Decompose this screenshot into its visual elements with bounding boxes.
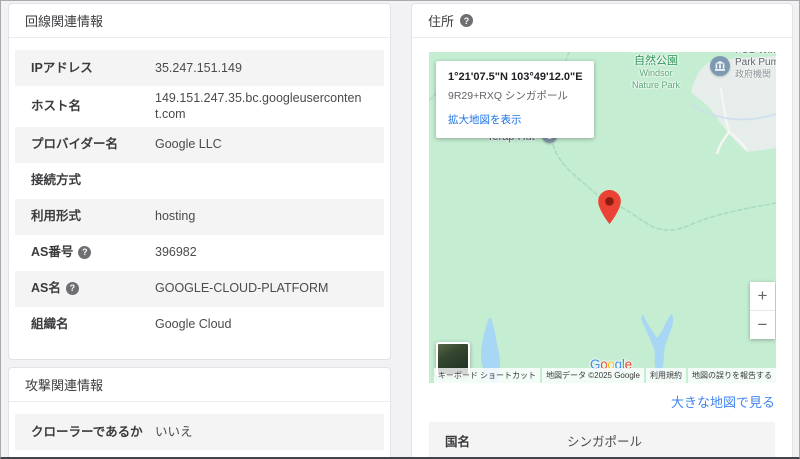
row-label: 利用形式 (31, 208, 155, 224)
line-info-card: 回線関連情報 IPアドレス 35.247.151.149 ホスト名 149.15… (8, 3, 391, 360)
terms-link[interactable]: 利用規約 (646, 368, 686, 383)
row-value: 149.151.247.35.bc.googleusercontent.com (155, 90, 368, 123)
row-label: IPアドレス (31, 60, 155, 76)
row-value: 35.247.151.149 (155, 60, 242, 76)
report-error-link[interactable]: 地図の誤りを報告する (688, 368, 776, 383)
table-row-as-number: AS番号 ? 396982 (15, 235, 384, 271)
line-info-header: 回線関連情報 (9, 4, 390, 38)
zoom-in-button[interactable]: + (750, 282, 775, 310)
table-row-provider: プロバイダー名 Google LLC (15, 127, 384, 163)
table-row-as-name: AS名 ? GOOGLE-CLOUD-PLATFORM (15, 271, 384, 307)
table-row-ip: IPアドレス 35.247.151.149 (15, 50, 384, 86)
address-card: 住所 ? (411, 3, 793, 459)
map-data-text: 地図データ ©2025 Google (542, 368, 644, 383)
page: 回線関連情報 IPアドレス 35.247.151.149 ホスト名 149.15… (0, 0, 800, 459)
row-label: 組織名 (31, 316, 155, 332)
row-value: GOOGLE-CLOUD-PLATFORM (155, 280, 328, 296)
enlarge-map-link[interactable]: 拡大地図を表示 (448, 112, 582, 127)
park-label: ウィンザー 自然公園 Windsor Nature Park (625, 52, 687, 91)
help-icon[interactable]: ? (78, 246, 91, 259)
table-row-usage: 利用形式 hosting (15, 199, 384, 235)
line-info-title: 回線関連情報 (25, 11, 103, 30)
location-marker-pin[interactable] (598, 190, 621, 224)
attack-info-card: 攻撃関連情報 クローラーであるか いいえ (8, 367, 391, 459)
google-map[interactable]: 1°21'07.5"N 103°49'12.0"E 9R29+RXQ シンガポー… (429, 52, 776, 383)
row-value: hosting (155, 208, 195, 224)
map-info-card: 1°21'07.5"N 103°49'12.0"E 9R29+RXQ シンガポー… (436, 61, 594, 138)
table-row-connection: 接続方式 (15, 163, 384, 199)
row-value: シンガポール (567, 431, 642, 450)
row-label: クローラーであるか (31, 424, 155, 440)
row-label: 接続方式 (31, 172, 155, 188)
help-icon[interactable]: ? (66, 282, 79, 295)
row-value: いいえ (155, 424, 193, 440)
row-label: AS名 ? (31, 280, 155, 296)
keyboard-shortcuts-link[interactable]: キーボード ショートカット (434, 368, 540, 383)
map-attribution-bar: キーボード ショートカット 地図データ ©2025 Google 利用規約 地図… (432, 368, 776, 383)
address-title: 住所 (428, 11, 454, 30)
row-label: 国名 (445, 431, 567, 450)
table-row-country: 国名 シンガポール (429, 422, 775, 459)
row-value: Google Cloud (155, 316, 231, 332)
row-value: Google LLC (155, 136, 222, 152)
attack-info-rows: クローラーであるか いいえ (9, 402, 390, 450)
row-label: AS番号 ? (31, 244, 155, 260)
view-larger-map-link[interactable]: 大きな地図で見る (429, 392, 775, 411)
row-label: ホスト名 (31, 98, 155, 114)
table-row-organization: 組織名 Google Cloud (15, 307, 384, 343)
table-row-crawler: クローラーであるか いいえ (15, 414, 384, 450)
attack-info-header: 攻撃関連情報 (9, 368, 390, 402)
row-value: 396982 (155, 244, 197, 260)
map-zoom-control: + − (750, 282, 775, 339)
government-building-icon[interactable] (710, 56, 730, 76)
zoom-out-button[interactable]: − (750, 310, 775, 339)
table-row-hostname: ホスト名 149.151.247.35.bc.googleusercontent… (15, 86, 384, 127)
row-label: プロバイダー名 (31, 136, 155, 152)
coordinates-text: 1°21'07.5"N 103°49'12.0"E (448, 71, 582, 83)
pub-station-label: PUB Windsor Park Pump Su 政府機関 (735, 52, 776, 79)
plus-code-text: 9R29+RXQ シンガポール (448, 88, 582, 103)
help-icon[interactable]: ? (460, 14, 473, 27)
attack-info-title: 攻撃関連情報 (25, 375, 103, 394)
line-info-rows: IPアドレス 35.247.151.149 ホスト名 149.151.247.3… (9, 38, 390, 343)
address-header: 住所 ? (412, 4, 792, 38)
